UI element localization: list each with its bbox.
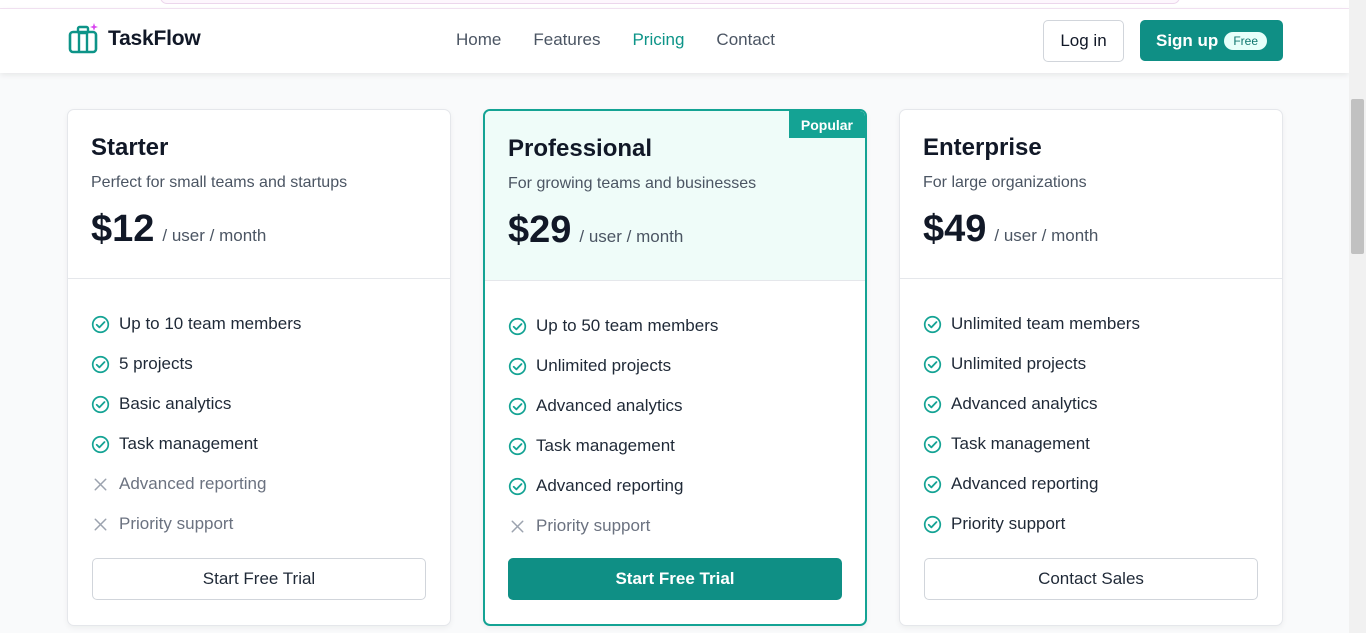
nav-home[interactable]: Home bbox=[456, 30, 501, 50]
toolbox-sparkle-icon bbox=[68, 23, 100, 55]
nav-contact[interactable]: Contact bbox=[716, 30, 775, 50]
feature-label: Priority support bbox=[119, 514, 234, 533]
login-button[interactable]: Log in bbox=[1043, 20, 1124, 62]
plan-description: For large organizations bbox=[923, 174, 1087, 191]
check-circle-icon bbox=[508, 437, 527, 456]
feature-label: Advanced reporting bbox=[536, 476, 684, 495]
feature-item: Up to 10 team members bbox=[91, 304, 427, 344]
popular-badge: Popular bbox=[788, 111, 865, 138]
feature-label: Task management bbox=[951, 434, 1090, 453]
feature-item: Unlimited projects bbox=[508, 346, 842, 386]
feature-label: Unlimited projects bbox=[536, 356, 672, 375]
plan-card-enterprise: Enterprise For large organizations $49 /… bbox=[899, 109, 1283, 626]
top-banner-edge bbox=[160, 0, 1180, 4]
feature-label: Task management bbox=[119, 434, 258, 453]
feature-label: Advanced analytics bbox=[536, 396, 683, 415]
check-circle-icon bbox=[923, 315, 942, 334]
x-icon bbox=[91, 475, 110, 494]
feature-item: Advanced reporting bbox=[923, 464, 1259, 504]
feature-label: Priority support bbox=[951, 514, 1066, 533]
feature-item: Unlimited team members bbox=[923, 304, 1259, 344]
signup-label: Sign up bbox=[1155, 30, 1219, 50]
free-badge: Free bbox=[1224, 31, 1267, 50]
check-circle-icon bbox=[923, 395, 942, 414]
feature-item: Advanced analytics bbox=[508, 386, 842, 426]
check-circle-icon bbox=[91, 355, 110, 374]
page-scrollbar[interactable] bbox=[1349, 0, 1366, 633]
signup-button[interactable]: Sign up Free bbox=[1140, 20, 1283, 61]
check-circle-icon bbox=[91, 315, 110, 334]
brand-name: TaskFlow bbox=[108, 27, 201, 50]
feature-item: Task management bbox=[508, 426, 842, 466]
plan-description: Perfect for small teams and startups bbox=[91, 174, 348, 191]
start-free-trial-button[interactable]: Start Free Trial bbox=[92, 558, 426, 600]
scrollbar-thumb[interactable] bbox=[1351, 99, 1364, 254]
feature-list: Unlimited team members Unlimited projects… bbox=[900, 279, 1282, 544]
check-circle-icon bbox=[923, 435, 942, 454]
feature-item: Task management bbox=[923, 424, 1259, 464]
plan-period: / user / month bbox=[994, 226, 1099, 245]
check-circle-icon bbox=[508, 477, 527, 496]
check-circle-icon bbox=[923, 355, 942, 374]
feature-label: Priority support bbox=[536, 516, 651, 535]
feature-label: 5 projects bbox=[119, 354, 193, 373]
check-circle-icon bbox=[508, 397, 527, 416]
plan-price-row: $29 / user / month bbox=[508, 209, 842, 252]
feature-label: Up to 10 team members bbox=[119, 314, 302, 333]
feature-label: Advanced reporting bbox=[951, 474, 1099, 493]
plan-period: / user / month bbox=[162, 226, 267, 245]
feature-label: Unlimited projects bbox=[951, 354, 1087, 373]
feature-item: Advanced reporting bbox=[508, 466, 842, 506]
plan-price: $49 bbox=[923, 208, 987, 250]
feature-item: Advanced analytics bbox=[923, 384, 1259, 424]
feature-label: Up to 50 team members bbox=[536, 316, 719, 335]
plan-price: $12 bbox=[91, 208, 155, 250]
plan-period: / user / month bbox=[579, 227, 684, 246]
plan-name: Starter bbox=[91, 134, 169, 161]
nav-features[interactable]: Features bbox=[533, 30, 600, 50]
feature-item: Basic analytics bbox=[91, 384, 427, 424]
feature-label: Unlimited team members bbox=[951, 314, 1140, 333]
feature-label: Advanced reporting bbox=[119, 474, 267, 493]
feature-item: Unlimited projects bbox=[923, 344, 1259, 384]
feature-list: Up to 50 team members Unlimited projects A… bbox=[485, 281, 865, 546]
feature-item: Advanced reporting bbox=[91, 464, 427, 504]
feature-label: Advanced analytics bbox=[951, 394, 1098, 413]
plan-name: Enterprise bbox=[923, 134, 1042, 161]
plan-description: For growing teams and businesses bbox=[508, 175, 757, 192]
feature-item: Task management bbox=[91, 424, 427, 464]
plan-card-professional: Popular Professional For growing teams a… bbox=[483, 109, 867, 626]
brand-logo[interactable]: TaskFlow bbox=[68, 23, 201, 55]
contact-sales-button[interactable]: Contact Sales bbox=[924, 558, 1258, 600]
check-circle-icon bbox=[923, 515, 942, 534]
site-header: TaskFlow Home Features Pricing Contact L… bbox=[0, 9, 1349, 73]
check-circle-icon bbox=[91, 435, 110, 454]
plan-card-starter: Starter Perfect for small teams and star… bbox=[67, 109, 451, 626]
browser-top-strip bbox=[0, 0, 1349, 9]
check-circle-icon bbox=[923, 475, 942, 494]
feature-item: 5 projects bbox=[91, 344, 427, 384]
feature-list: Up to 10 team members 5 projects Basic ana… bbox=[68, 279, 450, 544]
feature-item: Priority support bbox=[923, 504, 1259, 544]
check-circle-icon bbox=[508, 317, 527, 336]
main-nav: Home Features Pricing Contact bbox=[456, 30, 775, 50]
plan-header: Starter Perfect for small teams and star… bbox=[68, 110, 450, 279]
x-icon bbox=[91, 515, 110, 534]
start-free-trial-button[interactable]: Start Free Trial bbox=[508, 558, 842, 600]
plan-price: $29 bbox=[508, 209, 572, 251]
plan-name: Professional bbox=[508, 135, 653, 162]
check-circle-icon bbox=[508, 357, 527, 376]
feature-label: Basic analytics bbox=[119, 394, 232, 413]
feature-item: Priority support bbox=[508, 506, 842, 546]
nav-pricing[interactable]: Pricing bbox=[632, 30, 684, 50]
plan-header: Enterprise For large organizations $49 /… bbox=[900, 110, 1282, 279]
x-icon bbox=[508, 517, 527, 536]
plan-price-row: $49 / user / month bbox=[923, 208, 1259, 251]
plan-price-row: $12 / user / month bbox=[91, 208, 427, 251]
check-circle-icon bbox=[91, 395, 110, 414]
feature-item: Priority support bbox=[91, 504, 427, 544]
feature-item: Up to 50 team members bbox=[508, 306, 842, 346]
feature-label: Task management bbox=[536, 436, 675, 455]
